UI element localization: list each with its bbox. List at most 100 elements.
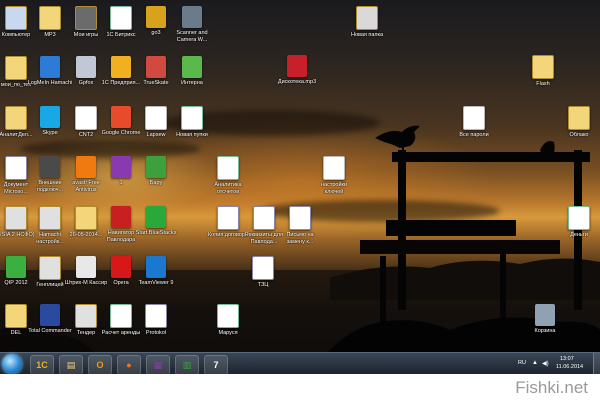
app-icon [146,56,166,78]
desktop-icon[interactable]: X Маруся [208,304,248,354]
app-icon [146,6,166,28]
txt-icon: ≡ [323,156,345,180]
word-icon: W [5,156,27,180]
desktop-icon[interactable]: Интерна [172,56,212,106]
desktop: Компьютер MP3 Мои игры X 1С Битрикс go3 Scanne… [0,0,600,374]
desktop-icon[interactable]: Skype [30,106,70,156]
app-icon [40,156,60,178]
clock-date[interactable]: 11.06.2014 [556,364,583,370]
word-icon: W [217,206,239,230]
image-caption-band [0,374,600,405]
desktop-icon[interactable]: Google Chrome [101,106,141,156]
desktop-icon-label: Новая папка [350,32,384,38]
desktop-icon[interactable]: W Копия договора [208,206,248,256]
app-icon [182,6,202,28]
app-icon [76,156,96,178]
desktop-icon-label: Письмо на замену к... [286,232,314,245]
desktop-icon-label: Корзина [534,328,556,334]
app-icon [6,256,26,278]
desktop-icon[interactable]: X Аналитика отсчетов [208,156,248,206]
desktop-icon[interactable]: Тендер [66,304,106,354]
desktop-icon[interactable]: X Новая пупки [172,106,212,156]
desktop-icon[interactable]: ≡ Lapsew [136,106,176,156]
xls-icon: X [217,156,239,180]
desktop-icon[interactable]: ≡ настройки ключей [314,156,354,206]
1c-task-button[interactable]: 1С [30,355,54,375]
app-icon [111,206,131,228]
desktop-icon[interactable]: W Письмо на замену к... [280,206,320,256]
explorer-task-button[interactable]: ▤ [59,355,83,375]
folder-icon [532,55,554,79]
desktop-icon[interactable]: MP3 [30,6,70,56]
desktop-icon-label: Облако [569,132,589,138]
taskmgr-task-button[interactable]: ▥ [175,355,199,375]
folder-icon [5,106,27,130]
app-icon [535,304,555,326]
desktop-icon[interactable]: Бару [136,156,176,206]
site-watermark: Fishki.net [515,378,588,397]
desktop-icon[interactable]: Мои игры [66,6,106,56]
volume-icon[interactable]: ◀) [542,360,549,367]
start-button[interactable] [2,354,22,374]
app-icon [76,56,96,78]
desktop-icon[interactable]: Start BlueStacks [136,206,176,256]
desktop-icon-label: Бару [149,180,163,186]
app-icon [146,256,166,278]
app-icon [146,156,166,178]
folder-icon [75,6,97,30]
clock-time[interactable]: 13:07 [560,356,574,362]
7zip-task-button[interactable]: 7 [204,355,228,375]
folder-icon [568,106,590,130]
folder-icon [39,256,61,280]
language-indicator[interactable]: RU [518,360,526,366]
winrar-task-button[interactable]: ▦ [146,355,170,375]
folder-icon [356,6,378,30]
xls-icon: X [568,206,590,230]
desktop-icon-label: Маруся [218,330,238,336]
desktop-icon[interactable]: Корзина [525,304,565,354]
desktop-icon-label: TeamViewer 9 [138,280,174,286]
desktop-icon[interactable]: W Protokol [136,304,176,354]
txt-icon: ≡ [75,106,97,130]
desktop-icon[interactable]: Дискотека.mp3 [277,55,317,105]
show-desktop-button[interactable] [593,353,600,375]
desktop-icon-label: настройки ключей [320,182,348,195]
desktop-icon[interactable]: W Реквизиты для Павлода... [244,206,284,256]
firefox-task-button[interactable]: ● [117,355,141,375]
desktop-icon-label: Новая пупки [176,132,208,138]
desktop-icon[interactable]: ≡ Все пароли [454,106,494,156]
word-icon: W [145,304,167,328]
desktop-icon-label: Деньги [570,232,588,238]
system-tray: RU ▲ ◀) 13:07 11.06.2014 [510,353,600,375]
xls-icon: X [217,304,239,328]
desktop-icon[interactable]: Новая папка [347,6,387,56]
app-icon [40,56,60,78]
app-icon [111,106,131,128]
desktop-icon[interactable]: Hamachi настройк... [30,206,70,256]
desktop-icon[interactable]: TeamViewer 9 [136,256,176,306]
app-icon [76,256,96,278]
desktop-icon[interactable]: Flash [523,55,563,105]
desktop-icon-label: Scanner and Camera W... [176,30,208,43]
desktop-icon[interactable]: X Расчет аренды [101,304,141,354]
desktop-icon[interactable]: Total Commander [28,304,72,354]
folder-icon [5,6,27,30]
app-icon [40,304,60,326]
folder-icon [5,56,27,80]
folder-icon [75,206,97,230]
tray-arrow-icon[interactable]: ▲ [532,360,538,366]
desktop-icon-label: Start BlueStacks [135,230,177,236]
desktop-icon-label: Все пароли [459,132,489,138]
taskbar: 1С ▤ O ● ▦ ▥ 7 RU ▲ ◀) 13:07 11.06.2014 [0,352,600,375]
folder-icon [39,206,61,230]
desktop-icon[interactable]: X Деньги [559,206,599,256]
outlook-task-button[interactable]: O [88,355,112,375]
desktop-icon-label: Интерна [181,80,203,86]
desktop-icon[interactable]: W ТЗЦ [243,256,283,306]
word-icon: W [252,256,274,280]
app-icon [40,106,60,128]
desktop-icon[interactable]: Scanner and Camera W... [172,6,212,56]
word-icon: W [253,206,275,230]
desktop-icon[interactable]: Облако [559,106,599,156]
word-icon: W [289,206,311,230]
